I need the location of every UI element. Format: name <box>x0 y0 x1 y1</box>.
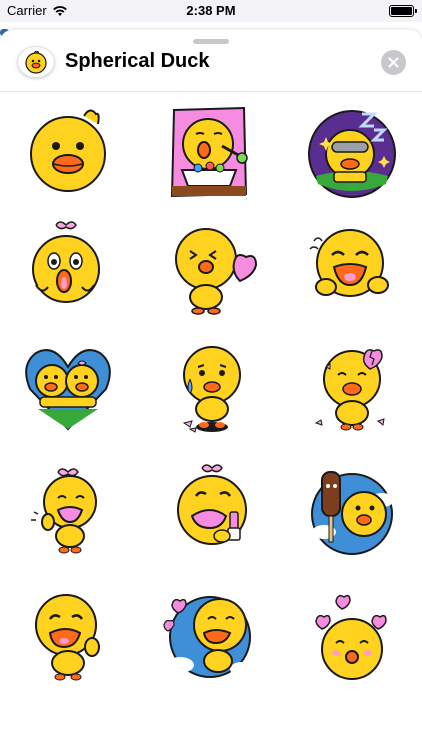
page-title: Spherical Duck <box>65 50 210 72</box>
close-button[interactable] <box>381 50 406 75</box>
duck-shocked-icon <box>32 221 100 303</box>
sticker-duck-crying[interactable] <box>160 337 260 437</box>
sticker-duck-hearts[interactable] <box>302 585 402 685</box>
sticker-duck-kiss[interactable] <box>160 215 260 315</box>
duck-cheering-icon <box>35 594 100 681</box>
duck-hearts-icon <box>315 594 387 680</box>
duck-neutral-icon <box>30 109 106 192</box>
duck-sleeping-icon <box>308 110 396 198</box>
sticker-duck-eating[interactable] <box>160 102 260 202</box>
duck-love-sky-icon <box>163 596 254 678</box>
duck-kiss-icon <box>175 228 258 315</box>
clock: 2:38 PM <box>186 3 236 18</box>
sticker-duck-lipstick[interactable] <box>160 460 260 560</box>
sticker-duck-laughing[interactable] <box>302 215 402 315</box>
sticker-sheet: Spherical Duck <box>0 30 422 750</box>
sticker-duck-shocked[interactable] <box>18 215 118 315</box>
sheet-header: Spherical Duck <box>0 30 422 92</box>
sticker-duck-heartbroken[interactable] <box>302 337 402 437</box>
status-bar: Carrier 2:38 PM <box>0 0 422 22</box>
battery-icon <box>389 5 417 17</box>
sticker-duck-icecream[interactable] <box>302 460 402 560</box>
duck-lipstick-icon <box>177 464 247 545</box>
duck-app-icon <box>17 46 55 78</box>
duck-eating-icon <box>170 106 248 198</box>
duck-waving-icon <box>31 468 97 554</box>
duck-icecream-icon <box>311 471 394 555</box>
duck-crying-icon <box>182 346 241 433</box>
sticker-duck-sleeping[interactable] <box>302 102 402 202</box>
sticker-duck-neutral[interactable] <box>18 102 118 202</box>
sticker-duck-waving[interactable] <box>18 460 118 560</box>
sticker-duck-cheering[interactable] <box>18 585 118 685</box>
sticker-duck-couple[interactable] <box>18 337 118 437</box>
close-icon <box>388 57 399 68</box>
duck-laughing-icon <box>309 229 389 297</box>
sticker-duck-love-sky[interactable] <box>160 585 260 685</box>
duck-couple-icon <box>25 349 111 431</box>
duck-heartbroken-icon <box>314 349 385 431</box>
